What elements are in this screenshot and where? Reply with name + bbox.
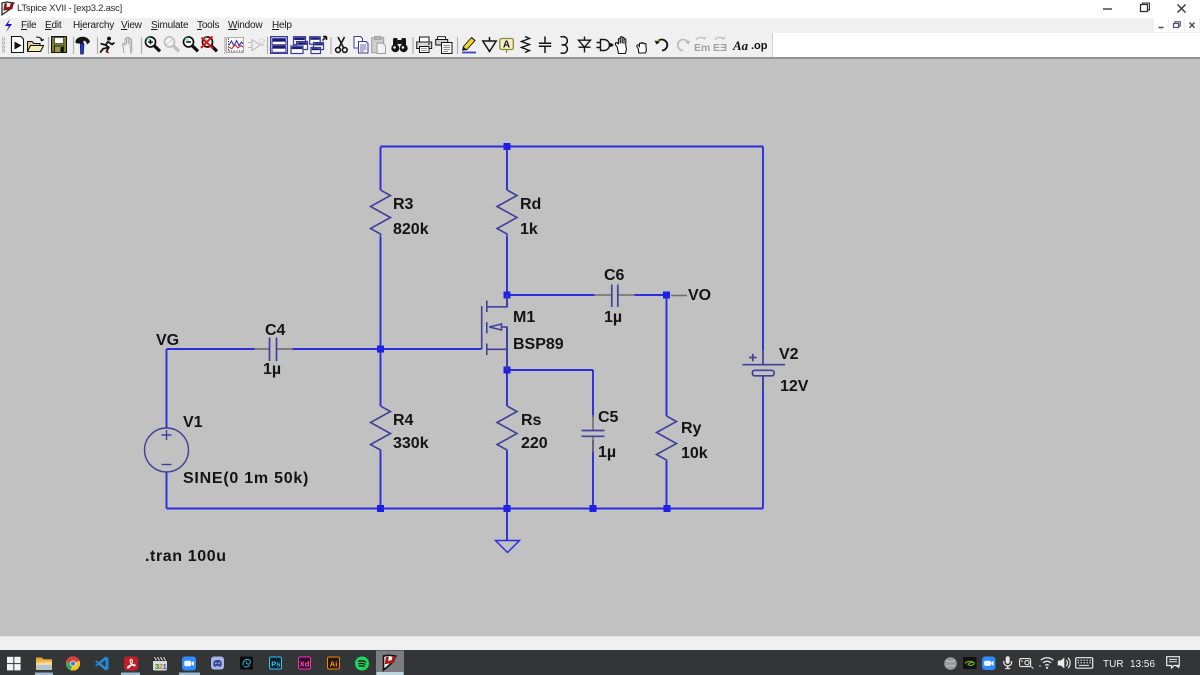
svg-text:13:56: 13:56 <box>1130 659 1155 670</box>
svg-text:Ǝ: Ǝ <box>720 42 727 54</box>
svg-text:.op: .op <box>751 40 768 52</box>
svg-text:A: A <box>503 40 510 51</box>
svg-text:Em: Em <box>694 42 710 54</box>
svg-text:*: * <box>1039 665 1041 671</box>
svg-text:Ps: Ps <box>271 659 280 668</box>
svg-text:Xd: Xd <box>300 659 310 668</box>
svg-text:Aa: Aa <box>732 38 749 53</box>
svg-text:1: 1 <box>163 662 167 671</box>
svg-text:Ai: Ai <box>330 659 338 668</box>
svg-text:E: E <box>713 42 720 54</box>
svg-text:TUR: TUR <box>1103 659 1124 670</box>
